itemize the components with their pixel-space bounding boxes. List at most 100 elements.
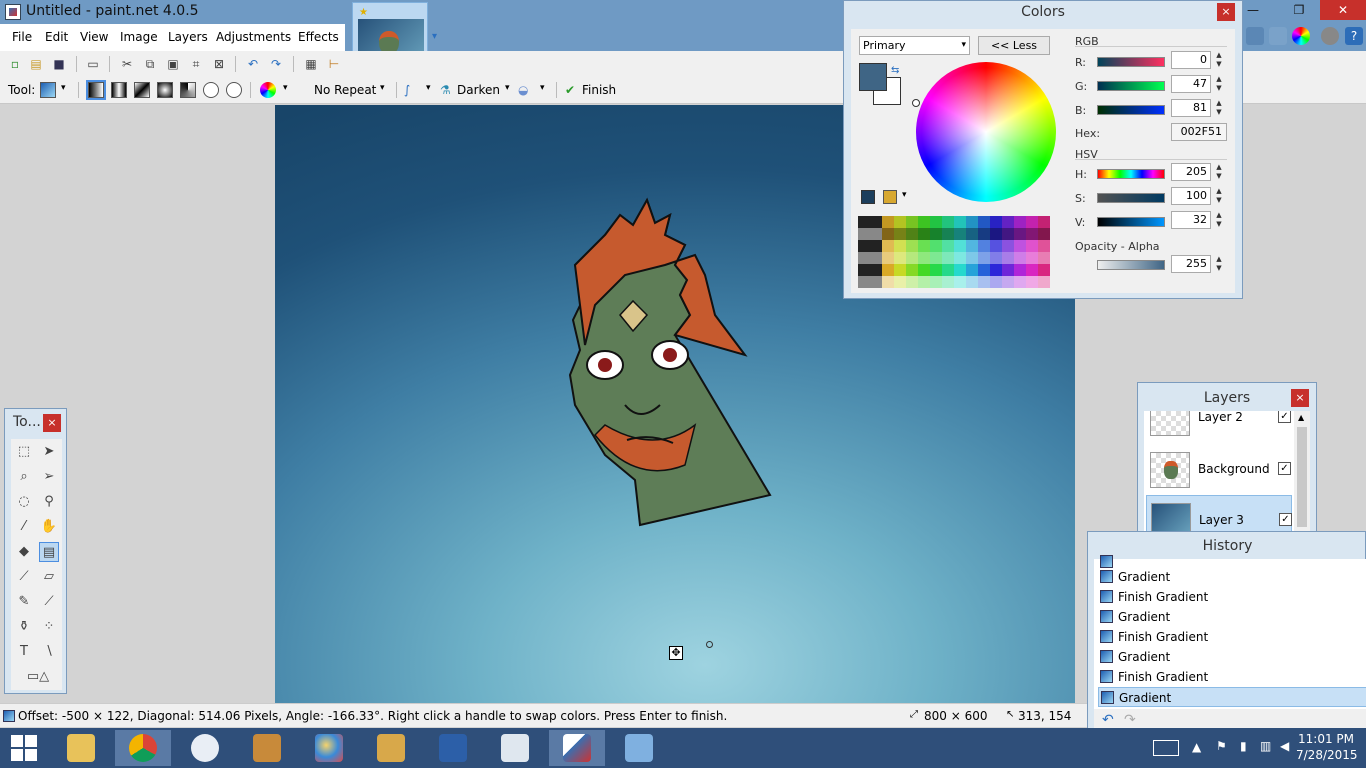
radial-gradient-button[interactable] (157, 82, 173, 98)
blue-slider[interactable] (1097, 105, 1165, 115)
color-picker-tool-icon[interactable]: ⟋ (39, 592, 59, 612)
text-tool-icon[interactable]: T (14, 642, 34, 662)
color-target-select[interactable]: Primary ▾ (859, 36, 970, 55)
ruler-icon[interactable]: ⊢ (325, 55, 343, 73)
palette-swatch[interactable] (942, 216, 954, 228)
magic-wand-tool-icon[interactable]: ⁄ (14, 517, 34, 537)
layers-scrollbar[interactable]: ▲ (1294, 411, 1310, 541)
show-hidden-icons-icon[interactable]: ▲ (1192, 740, 1201, 754)
hue-value-input[interactable]: 205 (1171, 163, 1211, 181)
save-icon[interactable]: ■ (50, 55, 68, 73)
taskbar-file-explorer[interactable] (53, 730, 109, 766)
palette-swatch[interactable] (1002, 216, 1014, 228)
taskbar-paint[interactable] (301, 730, 357, 766)
history-redo-icon[interactable]: ↷ (1124, 712, 1136, 728)
colors-toggle-icon[interactable] (1292, 27, 1310, 45)
palette-swatch[interactable] (1038, 276, 1050, 288)
minimize-button[interactable]: — (1239, 0, 1267, 20)
clone-stamp-tool-icon[interactable]: ⚱ (14, 617, 34, 637)
linear-gradient-button[interactable] (86, 80, 106, 100)
palette-swatch[interactable] (906, 252, 918, 264)
alpha-dropdown-icon[interactable]: ▾ (540, 83, 545, 93)
move-selection-tool-icon[interactable]: ➢ (39, 467, 59, 487)
palette-swatch[interactable] (966, 264, 978, 276)
history-item[interactable]: Gradient (1098, 647, 1366, 667)
layer-row[interactable]: Layer 2 ✓ (1146, 411, 1292, 443)
taskbar-movie-maker[interactable] (487, 730, 543, 766)
green-slider[interactable] (1097, 81, 1165, 91)
repeat-mode-select[interactable]: No Repeat (314, 83, 376, 97)
taskbar-paintnet[interactable] (549, 730, 605, 766)
palette-swatch[interactable] (1002, 228, 1014, 240)
taskbar-remote-desktop[interactable] (611, 730, 667, 766)
green-spinner[interactable]: ▲ ▼ (1213, 75, 1225, 93)
layer-visibility-checkbox[interactable]: ✓ (1279, 513, 1292, 526)
history-item-selected[interactable]: Gradient (1098, 687, 1366, 707)
palette-swatch[interactable] (882, 264, 894, 276)
pencil-tool-icon[interactable]: ✎ (14, 592, 34, 612)
palette-swatch[interactable] (870, 228, 882, 240)
taskbar-chrome[interactable] (115, 730, 171, 766)
palette-swatch[interactable] (858, 264, 870, 276)
scroll-thumb[interactable] (1297, 427, 1307, 527)
layers-toggle-icon[interactable] (1269, 27, 1287, 45)
touch-keyboard-icon[interactable] (1153, 740, 1179, 756)
history-item[interactable]: Gradient (1098, 607, 1366, 627)
ellipse-select-tool-icon[interactable]: ◌ (14, 492, 34, 512)
red-spinner[interactable]: ▲ ▼ (1213, 51, 1225, 69)
palette-swatch[interactable] (918, 240, 930, 252)
green-value-input[interactable]: 47 (1171, 75, 1211, 93)
palette-swatch[interactable] (930, 252, 942, 264)
paintbrush-tool-icon[interactable]: ⟋ (14, 567, 34, 587)
palette-swatch[interactable] (882, 240, 894, 252)
palette-swatch[interactable] (942, 276, 954, 288)
action-center-flag-icon[interactable]: ⚑ (1216, 739, 1227, 753)
palette-swatch[interactable] (1014, 216, 1026, 228)
palette-dropdown-icon[interactable]: ▾ (902, 190, 907, 200)
palette-swatch[interactable] (978, 216, 990, 228)
palette-swatch[interactable] (978, 228, 990, 240)
palette-swatch[interactable] (858, 252, 870, 264)
alpha-blending-icon[interactable]: ◒ (518, 83, 528, 97)
blend-dropdown-icon[interactable]: ▾ (505, 83, 510, 93)
redo-icon[interactable]: ↷ (267, 55, 285, 73)
palette-swatch[interactable] (1038, 228, 1050, 240)
palette-swatch[interactable] (918, 228, 930, 240)
palette-swatch[interactable] (918, 252, 930, 264)
palette-swatch[interactable] (954, 216, 966, 228)
eraser-tool-icon[interactable]: ▱ (39, 567, 59, 587)
lasso-select-tool-icon[interactable]: ⌕ (14, 467, 34, 487)
saturation-spinner[interactable]: ▲ ▼ (1213, 187, 1225, 205)
value-slider[interactable] (1097, 217, 1165, 227)
palette-swatch[interactable] (1026, 276, 1038, 288)
menu-layers[interactable]: Layers (168, 30, 208, 44)
palette-swatch[interactable] (918, 264, 930, 276)
network-icon[interactable]: ▥ (1260, 739, 1271, 753)
palette-swatch[interactable] (942, 240, 954, 252)
tools-close-button[interactable]: × (43, 414, 61, 432)
alpha-spinner[interactable]: ▲ ▼ (1213, 255, 1225, 273)
palette-swatch[interactable] (1014, 276, 1026, 288)
color-mode-icon[interactable] (260, 82, 276, 98)
palette-swatch[interactable] (978, 264, 990, 276)
repeat-dropdown-icon[interactable]: ▾ (380, 83, 385, 93)
taskbar-video-app[interactable] (239, 730, 295, 766)
gradient-start-handle[interactable]: ✥ (669, 646, 683, 660)
color-wheel[interactable] (916, 62, 1056, 202)
colors-close-button[interactable]: × (1217, 3, 1235, 21)
palette-swatch[interactable] (882, 228, 894, 240)
palette-swatch[interactable] (918, 276, 930, 288)
palette-swatch[interactable] (882, 276, 894, 288)
power-icon[interactable]: ▮ (1240, 739, 1247, 753)
palette-swatch[interactable] (1026, 228, 1038, 240)
palette-swatch[interactable] (990, 216, 1002, 228)
gradient-tool-icon[interactable]: ▤ (39, 542, 59, 562)
palette-swatch[interactable] (870, 264, 882, 276)
antialiasing-icon[interactable]: ∫ (404, 83, 410, 97)
open-icon[interactable]: ▤ (27, 55, 45, 73)
layer-visibility-checkbox[interactable]: ✓ (1278, 411, 1291, 423)
palette-menu-icon[interactable] (883, 190, 897, 204)
start-button[interactable] (0, 730, 50, 766)
palette-swatch[interactable] (1014, 240, 1026, 252)
palette-swatch[interactable] (954, 228, 966, 240)
